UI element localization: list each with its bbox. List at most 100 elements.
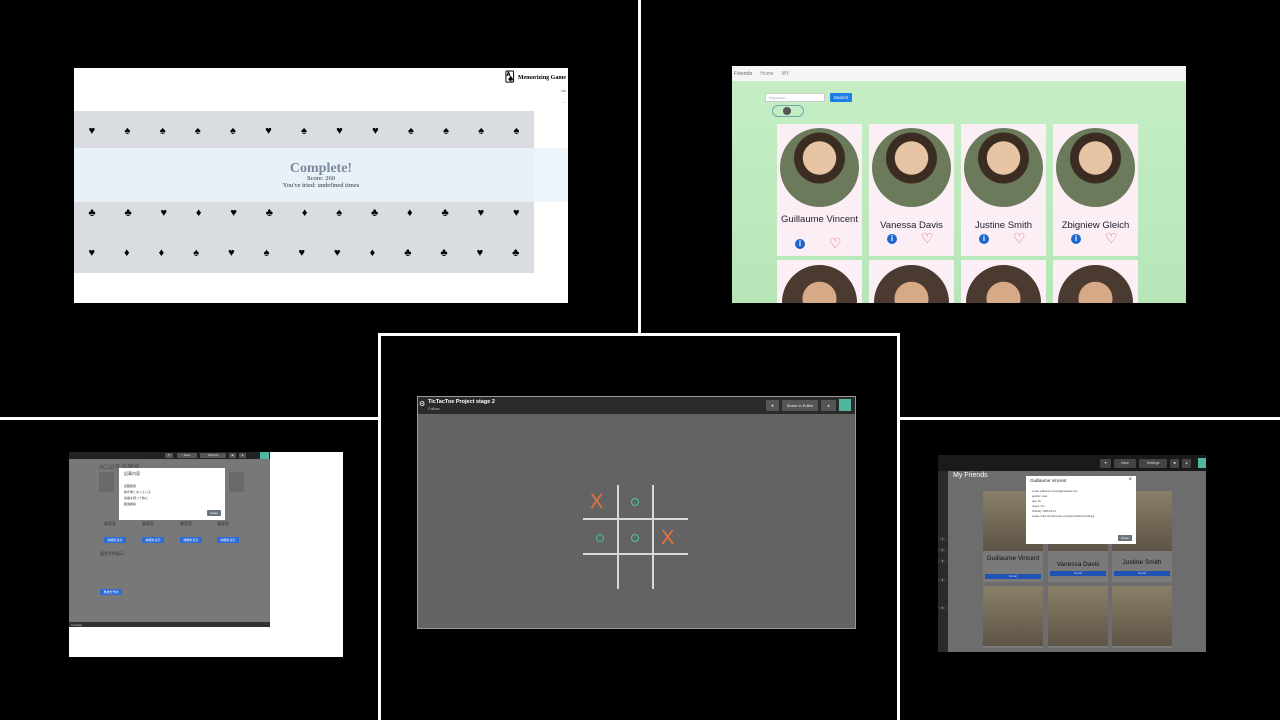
view-toggle[interactable] <box>772 105 804 117</box>
board-cell-x[interactable]: X <box>661 528 674 548</box>
pager-item[interactable]: 5 <box>938 606 947 610</box>
card-row: ♥ ♦ ♦ ♠ ♥ ♠ ♥ ♥ ♦ ♣ ♣ ♥ ♣ <box>74 235 534 271</box>
card-suit[interactable]: ♥ <box>513 207 520 219</box>
square-icon[interactable]: ■ <box>1170 459 1179 468</box>
card-suit[interactable]: ♣ <box>440 247 447 259</box>
detail-button[interactable]: Detail <box>1050 571 1106 576</box>
card-suit[interactable]: ♦ <box>159 247 165 259</box>
card-suit[interactable]: ♦ <box>407 207 413 219</box>
card-suit[interactable]: ♠ <box>193 247 199 259</box>
friends-app-screenshot: Friends Home MY Keyword... Search Guilla… <box>732 66 1186 303</box>
nav-brand[interactable]: Friends <box>734 71 752 77</box>
save-button[interactable]: Save <box>1114 459 1136 468</box>
card-suit[interactable]: ♥ <box>299 247 306 259</box>
card-suit[interactable]: ♠ <box>160 125 166 137</box>
avatar <box>782 265 857 303</box>
heart-icon[interactable]: ♥ <box>766 400 779 411</box>
card-suit[interactable]: ♠ <box>125 125 131 137</box>
divider-frame-right <box>897 333 900 720</box>
bell-icon[interactable]: ● <box>821 400 836 411</box>
card-suit[interactable]: ♣ <box>266 207 273 219</box>
detail-button[interactable]: Detail <box>985 574 1041 579</box>
card-suit[interactable]: ♣ <box>124 207 131 219</box>
info-icon[interactable]: i <box>887 234 897 244</box>
info-icon[interactable]: i <box>979 234 989 244</box>
board-cell-x[interactable]: X <box>590 492 603 512</box>
card-suit[interactable]: ♥ <box>230 207 237 219</box>
info-icon[interactable]: i <box>1071 234 1081 244</box>
card-suit[interactable]: ♠ <box>478 125 484 137</box>
card-suit[interactable]: ♥ <box>334 247 341 259</box>
search-input[interactable]: Keyword... <box>765 93 825 102</box>
save-button[interactable]: Save <box>177 453 197 458</box>
divider-horizontal-right <box>900 417 1280 420</box>
heart-icon[interactable]: ♡ <box>921 231 934 245</box>
detail-button[interactable]: 詳細を表示 <box>180 537 202 543</box>
pager-item[interactable]: 1 <box>938 537 947 541</box>
dialog-line: avatar: https://randomuser.me/api/portra… <box>1032 515 1095 518</box>
bell-icon[interactable]: ● <box>1182 459 1191 468</box>
avatar[interactable] <box>1198 458 1206 468</box>
card-suit[interactable]: ♥ <box>336 125 343 137</box>
nav-my-link[interactable]: MY <box>782 71 790 77</box>
detail-button[interactable]: 詳細を表示 <box>142 537 164 543</box>
settings-button[interactable]: Settings <box>200 453 226 458</box>
card-suit[interactable]: ♥ <box>265 125 272 137</box>
nav-home-link[interactable]: Home <box>760 71 773 77</box>
detail-button[interactable]: Detail <box>1114 571 1170 576</box>
card-suit[interactable]: ♠ <box>301 125 307 137</box>
search-button[interactable]: Search <box>830 93 852 102</box>
card-suit[interactable]: ♠ <box>230 125 236 137</box>
reserve-button[interactable]: 再送を予約 <box>100 589 122 595</box>
close-button[interactable]: Close <box>1118 535 1132 541</box>
card-suit[interactable]: ♦ <box>124 247 130 259</box>
card-suit[interactable]: ♥ <box>228 247 235 259</box>
detail-button[interactable]: 詳細を表示 <box>217 537 239 543</box>
share-editor-button[interactable]: Share in Editor <box>782 400 818 411</box>
avatar[interactable] <box>839 399 851 411</box>
pager-item[interactable]: 4 <box>938 578 947 582</box>
board-cell-o[interactable] <box>596 534 604 542</box>
card-suit[interactable]: ♥ <box>372 125 379 137</box>
card-suit[interactable]: ♠ <box>264 247 270 259</box>
card-suit[interactable]: ♦ <box>302 207 308 219</box>
avatar[interactable] <box>260 452 269 459</box>
info-icon[interactable]: i <box>795 239 805 249</box>
card-suit[interactable]: ♣ <box>512 247 519 259</box>
board-cell-o[interactable] <box>631 498 639 506</box>
card-suit[interactable]: ♥ <box>477 247 484 259</box>
card-suit[interactable]: ♥ <box>161 207 168 219</box>
card-suit[interactable]: ♣ <box>371 207 378 219</box>
square-icon[interactable]: ■ <box>229 453 236 458</box>
pager-item[interactable]: 2 <box>938 548 947 552</box>
heart-icon[interactable]: ♡ <box>1013 231 1026 245</box>
detail-button[interactable]: 詳細を表示 <box>104 537 126 543</box>
heart-icon[interactable]: ♥ <box>165 453 173 458</box>
close-icon[interactable]: × <box>1128 477 1132 483</box>
card-suit[interactable]: ♠ <box>443 125 449 137</box>
card-suit[interactable]: ♥ <box>89 125 96 137</box>
card-suit[interactable]: ♠ <box>513 125 519 137</box>
follow-link[interactable]: Follow <box>428 406 440 411</box>
board-cell-o[interactable] <box>631 534 639 542</box>
card-suit[interactable]: ♥ <box>89 247 96 259</box>
settings-button[interactable]: Settings <box>1139 459 1167 468</box>
heart-icon[interactable]: ♡ <box>1105 231 1118 245</box>
card-suit[interactable]: ♦ <box>370 247 376 259</box>
card-suit[interactable]: ♥ <box>478 207 485 219</box>
card-suit[interactable]: ♣ <box>88 207 95 219</box>
pager-item[interactable]: 3 <box>938 559 947 563</box>
card-suit[interactable]: ♠ <box>195 125 201 137</box>
heart-icon[interactable]: ♥ <box>1100 459 1111 468</box>
close-button[interactable]: Close <box>207 510 221 516</box>
bell-icon[interactable]: ● <box>239 453 246 458</box>
console-label[interactable]: Console <box>71 623 82 627</box>
heart-icon[interactable]: ♡ <box>829 236 842 250</box>
card-suit[interactable]: ♠ <box>408 125 414 137</box>
grid-line <box>617 485 619 589</box>
card-suit[interactable]: ♣ <box>404 247 411 259</box>
card-suit[interactable]: ♣ <box>442 207 449 219</box>
card-suit[interactable]: ♦ <box>196 207 202 219</box>
card-suit[interactable]: ♠ <box>336 207 342 219</box>
item-label: 美容室 <box>142 521 154 526</box>
